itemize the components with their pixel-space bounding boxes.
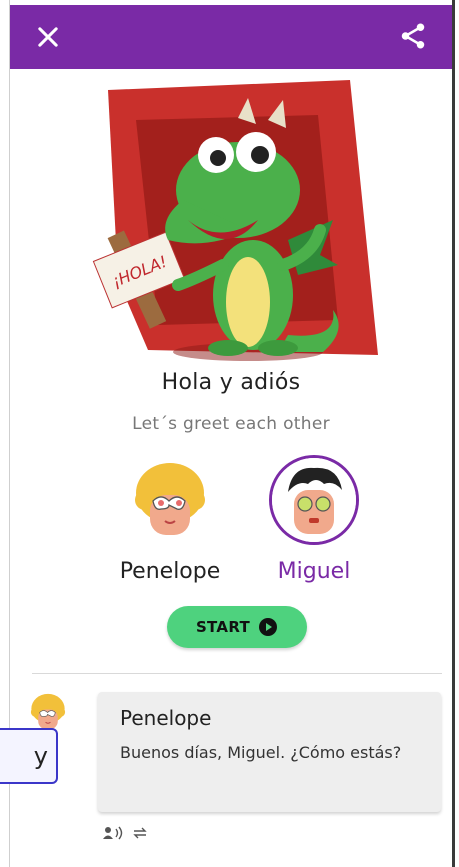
divider bbox=[32, 673, 442, 674]
dialogue-tools bbox=[102, 826, 148, 840]
start-button-label: START bbox=[195, 618, 251, 636]
overlay-text: y bbox=[33, 742, 48, 770]
dialogue-card[interactable]: Penelope Buenos días, Miguel. ¿Cómo está… bbox=[98, 692, 441, 812]
text-overlay: y bbox=[0, 728, 58, 784]
lesson-title: Hola y adiós bbox=[161, 370, 301, 395]
penelope-avatar-icon bbox=[135, 463, 205, 535]
dialogue-line: Buenos días, Miguel. ¿Cómo estás? bbox=[120, 743, 402, 762]
start-button[interactable]: START bbox=[167, 606, 307, 648]
speaker-name: Penelope bbox=[120, 706, 212, 730]
avatar-selected bbox=[269, 455, 359, 545]
speaker-icon[interactable] bbox=[102, 826, 124, 840]
close-icon[interactable] bbox=[34, 23, 62, 51]
swap-icon[interactable] bbox=[132, 827, 148, 839]
top-app-bar bbox=[10, 5, 452, 69]
dragon-illustration: ¡HOLA! bbox=[92, 80, 378, 361]
avatar bbox=[125, 455, 215, 545]
share-icon[interactable] bbox=[398, 21, 428, 51]
lesson-subtitle: Let´s greet each other bbox=[132, 414, 330, 434]
character-name: Miguel bbox=[277, 559, 351, 584]
character-miguel[interactable]: Miguel bbox=[224, 455, 404, 584]
app-frame: ¡HOLA! Hola y adiós Let´s greet each oth… bbox=[9, 0, 455, 867]
miguel-avatar-icon bbox=[272, 458, 356, 542]
play-circle-icon bbox=[259, 618, 278, 636]
